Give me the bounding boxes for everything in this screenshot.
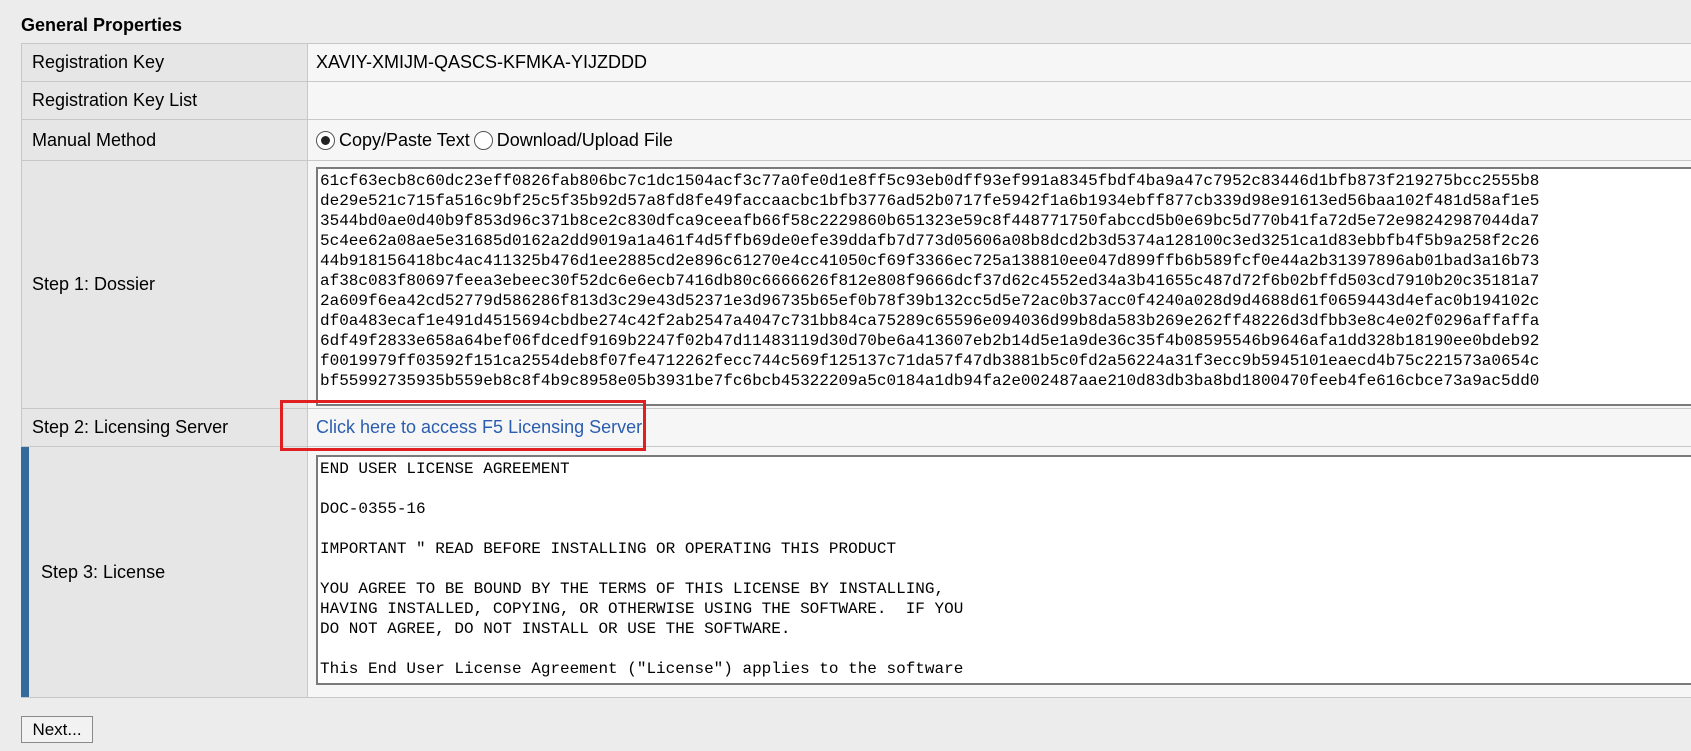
manual-method-label: Manual Method <box>21 120 308 160</box>
licensing-server-cell: Click here to access F5 Licensing Server <box>308 409 1691 446</box>
registration-key-label: Registration Key <box>21 44 308 81</box>
section-title: General Properties <box>21 15 183 35</box>
licensing-server-label: Step 2: Licensing Server <box>21 409 308 446</box>
license-label: Step 3: License <box>21 447 308 697</box>
next-button[interactable]: Next... <box>21 716 93 743</box>
licensing-server-link[interactable]: Click here to access F5 Licensing Server <box>316 417 642 438</box>
license-textarea[interactable]: END USER LICENSE AGREEMENT DOC-0355-16 I… <box>316 455 1691 685</box>
registration-key-list-row: Registration Key List <box>21 82 1691 120</box>
copy-paste-radio[interactable] <box>316 130 335 150</box>
registration-key-list-label: Registration Key List <box>21 82 308 119</box>
registration-key-value: XAVIY-XMIJM-QASCS-KFMKA-YIJZDDD <box>308 44 1691 81</box>
manual-method-options: Copy/Paste Text Download/Upload File <box>308 120 1691 160</box>
registration-key-list-value <box>308 82 1691 119</box>
download-upload-radio[interactable] <box>473 130 493 150</box>
manual-method-row: Manual Method Copy/Paste Text Download/U… <box>21 120 1691 161</box>
download-upload-radio-label[interactable]: Download/Upload File <box>497 130 673 151</box>
copy-paste-radio-label[interactable]: Copy/Paste Text <box>339 130 470 151</box>
dossier-label: Step 1: Dossier <box>21 161 308 408</box>
dossier-textarea[interactable]: 61cf63ecb8c60dc23eff0826fab806bc7c1dc150… <box>316 167 1691 406</box>
licensing-server-row: Step 2: Licensing Server Click here to a… <box>21 409 1691 447</box>
registration-key-row: Registration Key XAVIY-XMIJM-QASCS-KFMKA… <box>21 44 1691 82</box>
